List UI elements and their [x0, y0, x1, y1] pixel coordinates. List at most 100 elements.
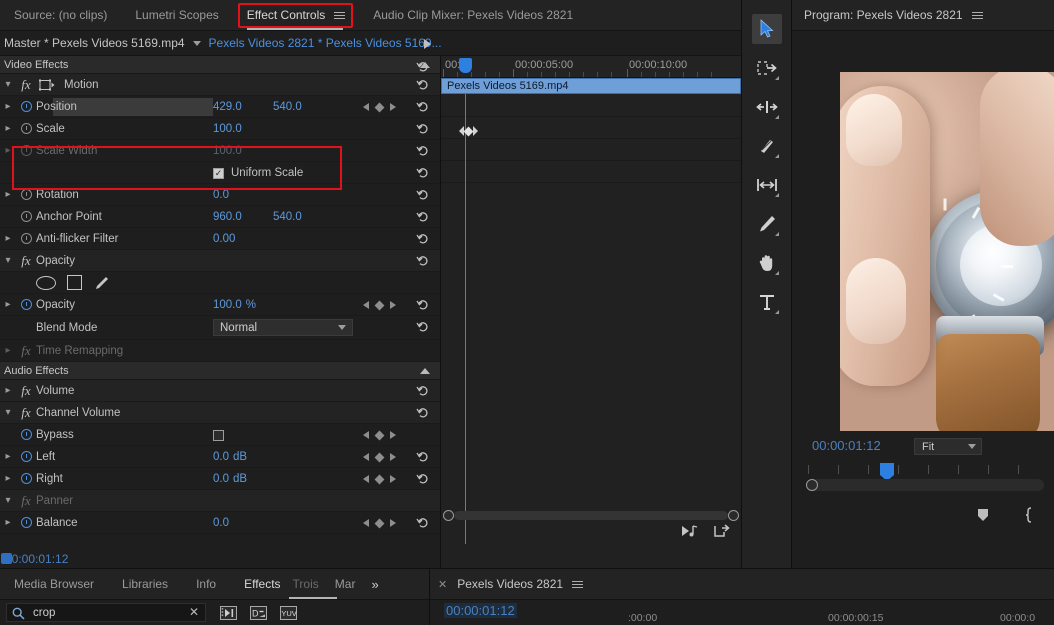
sequence-clip-label[interactable]: Pexels Videos 2821 * Pexels Videos 5169.…: [209, 36, 442, 50]
previous-keyframe-icon[interactable]: [363, 519, 369, 527]
track-select-forward-tool-icon[interactable]: [752, 53, 782, 83]
fx-icon[interactable]: fx: [16, 253, 36, 269]
effect-row-motion[interactable]: fx Motion: [0, 74, 440, 96]
fx-icon[interactable]: fx: [16, 77, 36, 93]
param-row-position[interactable]: Position 429.0 540.0: [0, 96, 440, 118]
stopwatch-toggle-right[interactable]: [16, 473, 36, 484]
disclosure-triangle-icon[interactable]: [0, 385, 16, 396]
disclosure-triangle-icon[interactable]: [0, 255, 16, 266]
tab-libraries[interactable]: Libraries: [108, 569, 182, 600]
tab-source[interactable]: Source: (no clips): [0, 0, 121, 31]
keyframe-navigator-left[interactable]: [363, 446, 396, 468]
reset-icon[interactable]: [416, 298, 430, 312]
zoom-bar[interactable]: [454, 511, 728, 520]
reset-icon[interactable]: [416, 320, 430, 334]
bypass-checkbox[interactable]: [213, 429, 224, 441]
previous-keyframe-icon[interactable]: [363, 475, 369, 483]
stopwatch-toggle-anchor-point[interactable]: [16, 211, 36, 222]
play-audio-icon[interactable]: [681, 524, 699, 543]
param-row-bypass[interactable]: Bypass: [0, 424, 440, 446]
tab-effect-controls[interactable]: Effect Controls: [233, 0, 359, 31]
blend-mode-select[interactable]: Normal: [213, 319, 353, 336]
stopwatch-toggle-anti-flicker[interactable]: [16, 233, 36, 244]
program-monitor-scrollbar[interactable]: [806, 479, 1044, 491]
ripple-edit-tool-icon[interactable]: [752, 92, 782, 122]
tab-trois[interactable]: Trois: [285, 569, 327, 600]
disclosure-triangle-icon[interactable]: [0, 473, 16, 484]
hamburger-menu-icon[interactable]: [572, 580, 584, 588]
effect-row-panner[interactable]: fx Panner: [0, 490, 440, 512]
reset-icon[interactable]: [416, 516, 430, 530]
position-field-highlight[interactable]: [53, 98, 213, 116]
sequence-tab-title[interactable]: Pexels Videos 2821: [457, 577, 563, 591]
audio-effects-section-header[interactable]: Audio Effects: [0, 362, 440, 380]
timeline-zoom-scrollbar[interactable]: [441, 509, 741, 522]
keyframe-navigator-icon[interactable]: [459, 126, 478, 136]
param-row-balance[interactable]: Balance 0.0: [0, 512, 440, 534]
anti-flicker-value[interactable]: 0.00: [213, 233, 273, 245]
close-x-icon[interactable]: ✕: [189, 605, 199, 619]
stopwatch-toggle-opacity[interactable]: [16, 299, 36, 310]
add-keyframe-icon[interactable]: [374, 518, 385, 528]
yuv-effects-icon[interactable]: YUV: [280, 605, 297, 620]
tab-markers[interactable]: Mar: [327, 569, 364, 600]
program-monitor-video[interactable]: [840, 72, 1054, 434]
selection-tool-icon[interactable]: [751, 14, 782, 44]
playhead-handle[interactable]: [459, 58, 472, 73]
zoom-handle-right[interactable]: [728, 510, 739, 521]
rectangle-mask-icon[interactable]: [67, 275, 82, 290]
scale-value[interactable]: 100.0: [213, 123, 273, 135]
previous-keyframe-icon[interactable]: [363, 103, 369, 111]
loop-playback-icon[interactable]: [713, 523, 731, 543]
reset-icon[interactable]: [416, 450, 430, 464]
disclosure-triangle-icon[interactable]: [0, 407, 16, 418]
next-keyframe-icon[interactable]: [390, 103, 396, 111]
add-keyframe-icon[interactable]: [374, 430, 385, 440]
param-row-opacity[interactable]: Opacity 100.0 %: [0, 294, 440, 316]
sequence-timecode[interactable]: 00:00:01:12: [444, 603, 517, 618]
close-x-icon[interactable]: ✕: [438, 578, 447, 591]
disclosure-triangle-icon[interactable]: [0, 517, 16, 528]
left-value[interactable]: 0.0: [213, 451, 229, 463]
effect-row-channel-volume[interactable]: fx Channel Volume: [0, 402, 440, 424]
effect-row-volume[interactable]: fx Volume: [0, 380, 440, 402]
param-row-blend-mode[interactable]: Blend Mode Normal: [0, 316, 440, 340]
search-input[interactable]: ✕: [6, 603, 206, 622]
pen-tool-icon[interactable]: [752, 209, 782, 239]
disclosure-triangle-icon[interactable]: [0, 101, 16, 112]
position-y-value[interactable]: 540.0: [273, 101, 333, 113]
reset-icon[interactable]: [416, 210, 430, 224]
rotation-value[interactable]: 0.0: [213, 189, 273, 201]
timeline-ruler[interactable]: 00:00 00:00:05:00 00:00:10:00: [441, 56, 741, 78]
play-arrow-icon[interactable]: [424, 39, 431, 49]
reset-icon[interactable]: [416, 232, 430, 246]
effect-row-opacity[interactable]: fx Opacity: [0, 250, 440, 272]
tab-info[interactable]: Info: [182, 569, 230, 600]
hamburger-menu-icon[interactable]: [971, 11, 983, 19]
next-keyframe-icon[interactable]: [390, 453, 396, 461]
anchor-point-y-value[interactable]: 540.0: [273, 211, 333, 223]
balance-value[interactable]: 0.0: [213, 517, 273, 529]
32-bit-color-icon[interactable]: D: [250, 605, 267, 620]
zoom-level-select[interactable]: Fit: [914, 438, 982, 455]
program-monitor-timecode[interactable]: 00:00:01:12: [812, 438, 881, 453]
reset-icon[interactable]: [416, 384, 430, 398]
add-keyframe-icon[interactable]: [374, 300, 385, 310]
reset-icon[interactable]: [416, 144, 430, 158]
reset-icon[interactable]: [416, 100, 430, 114]
previous-keyframe-icon[interactable]: [363, 453, 369, 461]
zoom-handle-left[interactable]: [443, 510, 454, 521]
transform-box-icon[interactable]: [36, 79, 58, 91]
reset-icon[interactable]: [416, 472, 430, 486]
reset-icon[interactable]: [416, 188, 430, 202]
reset-icon[interactable]: [416, 78, 430, 92]
position-x-value[interactable]: 429.0: [213, 101, 273, 113]
reset-icon[interactable]: [416, 166, 430, 180]
keyframe-navigator-opacity[interactable]: [363, 294, 396, 316]
stopwatch-toggle-rotation[interactable]: [16, 189, 36, 200]
right-value[interactable]: 0.0: [213, 473, 229, 485]
disclosure-triangle-icon[interactable]: [0, 79, 16, 90]
tab-lumetri-scopes[interactable]: Lumetri Scopes: [121, 0, 232, 31]
stopwatch-toggle-bypass[interactable]: [16, 429, 36, 440]
add-keyframe-icon[interactable]: [374, 102, 385, 112]
